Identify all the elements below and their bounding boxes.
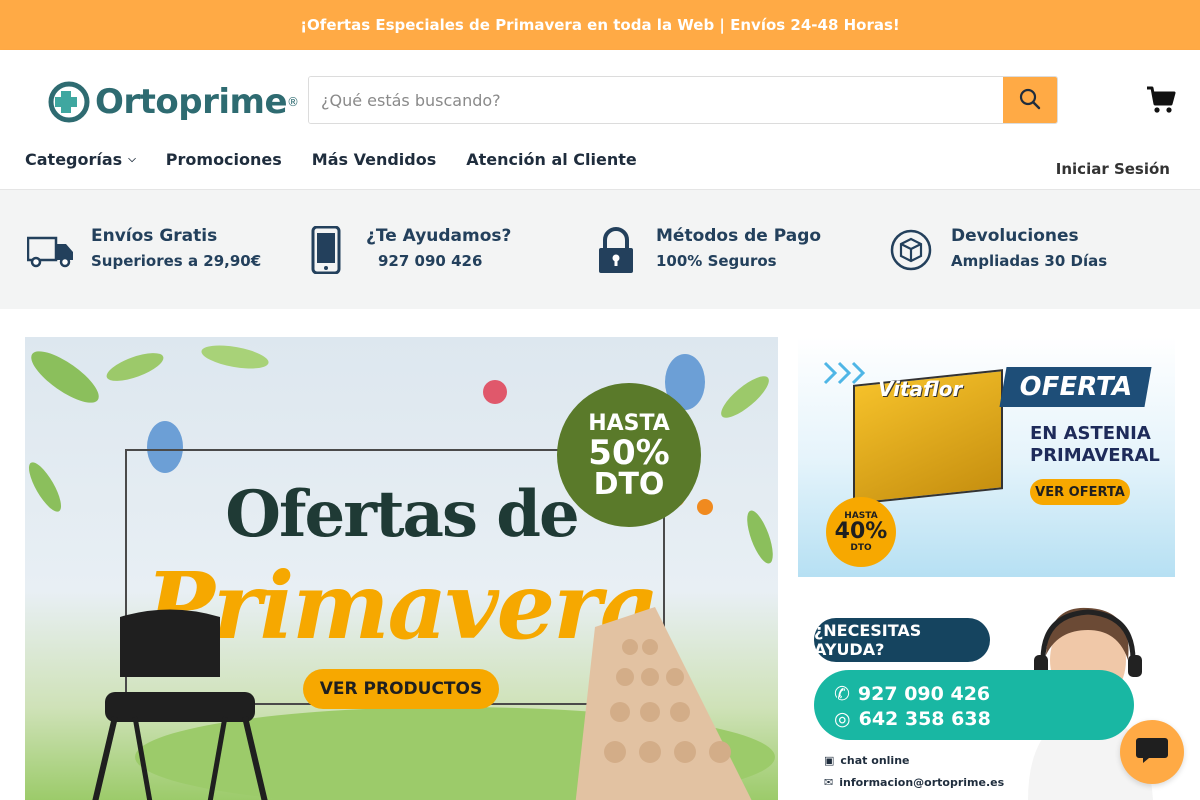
logo[interactable]: Ortoprime ®: [45, 80, 299, 124]
nav-label: Promociones: [165, 150, 282, 169]
feature-title: Envíos Gratis: [91, 226, 218, 246]
air-mattress-image: [575, 607, 752, 800]
search-button[interactable]: [1003, 77, 1057, 123]
feature-subtitle[interactable]: 927 090 426: [366, 252, 511, 270]
nav-categorias[interactable]: Categorías ⌵: [25, 150, 136, 169]
phone-icon: [300, 224, 352, 276]
nav-label: Atención al Cliente: [466, 150, 637, 169]
email-line[interactable]: ✉ informacion@ortoprime.es: [824, 776, 1004, 789]
lock-icon: [590, 224, 642, 276]
email-label: informacion@ortoprime.es: [839, 776, 1005, 789]
phone-number: 927 090 426: [857, 683, 991, 705]
chat-bubble-icon: [1135, 735, 1169, 769]
cart-icon[interactable]: [1145, 84, 1177, 116]
promo-line2: PRIMAVERAL: [1030, 445, 1160, 466]
search-bar: [308, 76, 1058, 124]
nav-atencion-cliente[interactable]: Atención al Cliente: [466, 150, 637, 169]
vitaflor-offer-banner[interactable]: Vitaflor OFERTA EN ASTENIA PRIMAVERAL VE…: [798, 337, 1175, 577]
chat-launcher-button[interactable]: [1120, 720, 1184, 784]
badge-percent: 40%: [834, 519, 888, 544]
promo-line1: EN ASTENIA: [1030, 423, 1151, 444]
product-brand: Vitaflor: [878, 377, 963, 401]
ver-productos-button[interactable]: VER PRODUCTOS: [303, 669, 499, 709]
main-nav: Categorías ⌵ Promociones Más Vendidos At…: [25, 150, 637, 169]
commode-chair-image: [92, 609, 268, 800]
phone-icon: ✆: [834, 683, 850, 705]
feature-subtitle: Ampliadas 30 Días: [951, 252, 1108, 270]
logo-registered: ®: [287, 95, 300, 109]
percent-badge: HASTA 40% DTO: [826, 497, 896, 567]
feature-shipping: Envíos Gratis Superiores a 29,90€: [25, 224, 261, 276]
search-icon: [1019, 88, 1041, 113]
feature-returns: Devoluciones Ampliadas 30 Días: [885, 224, 1107, 276]
signin-link[interactable]: Iniciar Sesión: [1056, 160, 1170, 178]
feature-help: ¿Te Ayudamos? 927 090 426: [300, 224, 511, 276]
hero-title: Ofertas de: [225, 477, 580, 552]
nav-promociones[interactable]: Promociones: [166, 150, 282, 169]
feature-title: Devoluciones: [951, 226, 1079, 246]
chat-label: chat online: [840, 754, 910, 767]
truck-icon: [25, 224, 77, 276]
mail-icon: ✉: [824, 776, 834, 789]
whatsapp-icon: ◎: [834, 708, 851, 730]
phone-number: 642 358 638: [858, 708, 991, 730]
chat-icon: ▣: [824, 754, 835, 767]
announcement-text: ¡Ofertas Especiales de Primavera en toda…: [300, 16, 900, 34]
feature-subtitle: 100% Seguros: [656, 252, 777, 270]
nav-label: Categorías: [25, 150, 123, 169]
chevron-down-icon: ⌵: [128, 154, 136, 165]
feature-payment: Métodos de Pago 100% Seguros: [590, 224, 821, 276]
oferta-label: OFERTA: [1016, 372, 1135, 402]
nav-mas-vendidos[interactable]: Más Vendidos: [312, 150, 436, 169]
help-title: ¿NECESITAS AYUDA?: [814, 618, 990, 662]
search-input[interactable]: [309, 77, 1003, 123]
hero-banner[interactable]: HASTA 50% DTO Ofertas de Primavera VER P…: [25, 337, 778, 800]
help-title-text: ¿NECESITAS AYUDA?: [814, 621, 922, 659]
nav-label: Más Vendidos: [311, 150, 437, 169]
badge-percent: 50%: [588, 432, 670, 473]
ver-oferta-button[interactable]: VER OFERTA: [1030, 479, 1130, 505]
announcement-bar: ¡Ofertas Especiales de Primavera en toda…: [0, 0, 1200, 50]
phone-line-2[interactable]: ◎ 642 358 638: [834, 708, 991, 730]
features-bar: Envíos Gratis Superiores a 29,90€ ¿Te Ay…: [0, 190, 1200, 309]
logo-text: Ortoprime: [95, 82, 288, 122]
oferta-tag: OFERTA: [999, 367, 1152, 407]
help-banner[interactable]: ¿NECESITAS AYUDA? ✆ 927 090 426 ◎ 642 35…: [798, 590, 1175, 800]
logo-cross-icon: [45, 81, 93, 123]
feature-subtitle: Superiores a 29,90€: [91, 252, 262, 270]
chat-online-line[interactable]: ▣ chat online: [824, 754, 910, 767]
phone-line-1[interactable]: ✆ 927 090 426: [834, 683, 990, 705]
badge-hasta: HASTA: [588, 410, 670, 436]
badge-dto: DTO: [850, 543, 872, 553]
feature-title: Métodos de Pago: [656, 226, 822, 246]
feature-title: ¿Te Ayudamos?: [366, 226, 512, 246]
returns-box-icon: [885, 224, 937, 276]
site-header: Ortoprime ® Categorías ⌵ Promociones Más…: [0, 50, 1200, 190]
